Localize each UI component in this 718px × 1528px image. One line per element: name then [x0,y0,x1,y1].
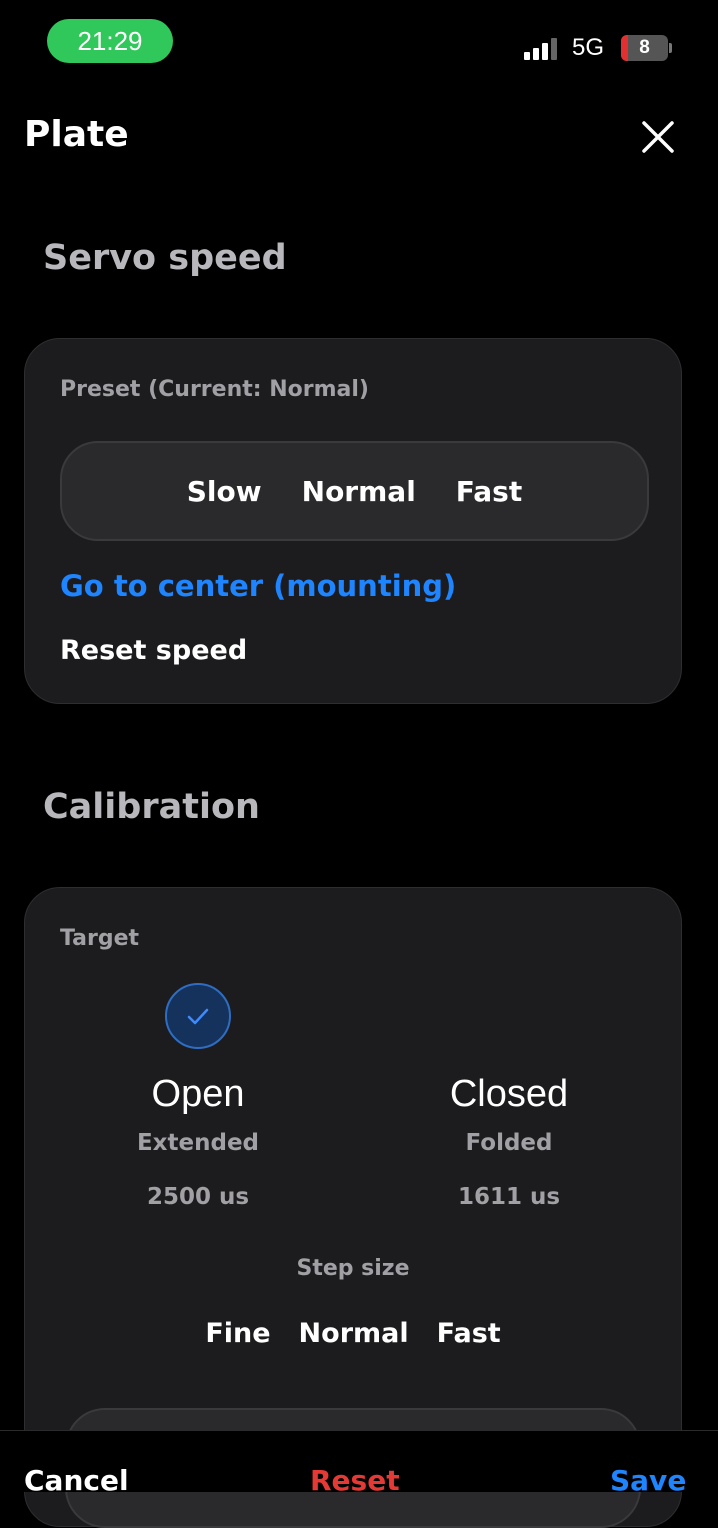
target-open[interactable]: Open Extended 2500 us [98,983,298,1210]
servo-speed-title: Servo speed [43,238,287,278]
signal-icon [524,36,564,60]
step-normal[interactable]: Normal [299,1318,409,1349]
battery-tip [669,43,672,53]
open-sub: Extended [136,1130,260,1156]
save-button[interactable]: Save [610,1464,686,1497]
page-title: Plate [24,114,129,155]
open-name: Open [151,1073,245,1115]
preset-slow[interactable]: Slow [187,475,262,508]
speed-preset-selector[interactable]: Slow Normal Fast [60,441,649,541]
preset-normal[interactable]: Normal [302,475,416,508]
reset-speed-link[interactable]: Reset speed [60,635,247,666]
calibration-title: Calibration [43,787,260,827]
preset-fast[interactable]: Fast [456,475,522,508]
step-fast[interactable]: Fast [437,1318,501,1349]
closed-name: Closed [449,1073,569,1115]
bottom-action-bar: Cancel Reset Save [0,1430,718,1497]
closed-value: 1611 us [457,1184,561,1210]
close-button[interactable] [638,117,678,157]
preset-label: Preset (Current: Normal) [60,377,369,402]
step-size-label: Step size [296,1256,410,1281]
checkmark-icon [187,1008,209,1025]
target-closed[interactable]: Closed Folded 1611 us [409,983,609,1210]
battery-icon: 8 [621,35,668,61]
open-value: 2500 us [146,1184,250,1210]
step-fine[interactable]: Fine [205,1318,270,1349]
battery-level: 8 [639,37,650,58]
step-size-selector[interactable]: Fine Normal Fast [25,1318,681,1349]
network-label: 5G [572,34,605,61]
reset-button[interactable]: Reset [310,1464,400,1497]
cancel-button[interactable]: Cancel [24,1464,129,1497]
servo-speed-card: Preset (Current: Normal) Slow Normal Fas… [24,338,682,704]
go-to-center-link[interactable]: Go to center (mounting) [60,569,456,603]
closed-sub: Folded [465,1130,553,1156]
close-icon [642,121,674,153]
status-time: 21:29 [47,19,173,63]
target-label: Target [60,926,140,951]
status-bar: 21:29 5G 8 [0,0,718,80]
open-selected-indicator[interactable] [165,983,231,1049]
